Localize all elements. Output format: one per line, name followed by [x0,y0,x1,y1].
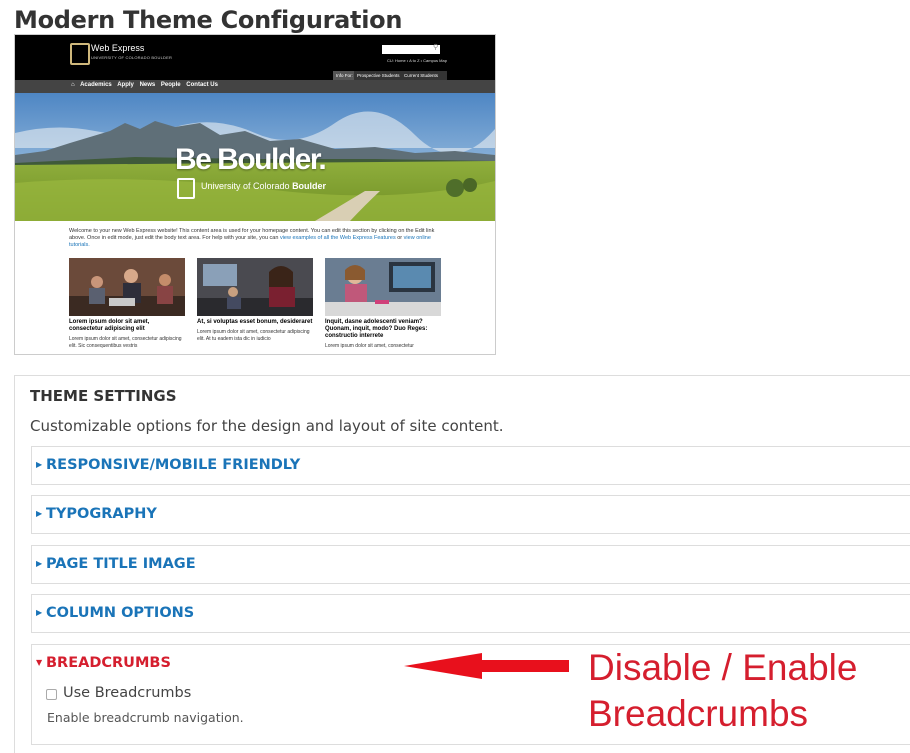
preview-card-title: Inquit, dasne adolescenti veniam? Quonam… [325,319,428,339]
fieldset-page-title-image: ▶ PAGE TITLE IMAGE [31,545,910,584]
fieldset-toggle-typography[interactable]: ▶ TYPOGRAPHY [36,506,157,522]
theme-preview-image: Web Express UNIVERSITY OF COLORADO BOULD… [14,34,496,355]
preview-nav-item: People [160,82,181,88]
preview-info-for-item: Current Students [401,71,447,80]
annotation-callout: Disable / Enable Breadcrumbs [588,645,908,737]
preview-hero-subtitle-bold: Boulder [292,181,327,191]
preview-card-title: At, si voluptas esset bonum, desideraret [197,319,313,325]
preview-intro-link: view examples of all the Web Express Fea… [279,235,396,241]
caret-right-icon: ▶ [36,608,43,617]
fieldset-toggle-column-options[interactable]: ▶ COLUMN OPTIONS [36,605,194,621]
fieldset-toggle-responsive[interactable]: ▶ RESPONSIVE/MOBILE FRIENDLY [36,457,300,473]
page-title: Modern Theme Configuration [14,6,403,34]
caret-right-icon: ▶ [36,559,43,568]
use-breadcrumbs-label[interactable]: Use Breadcrumbs [63,685,191,701]
caret-right-icon: ▶ [36,460,43,469]
preview-nav-item: News [139,82,156,88]
fieldset-column-options: ▶ COLUMN OPTIONS [31,594,910,633]
preview-hero-title: Be Boulder. [175,143,327,176]
preview-site-subtitle: UNIVERSITY OF COLORADO BOULDER [91,55,173,60]
theme-settings-title: THEME SETTINGS [30,387,177,405]
preview-card: Lorem ipsum dolor sit amet, consectetur … [69,258,185,350]
fieldset-toggle-page-title-image[interactable]: ▶ PAGE TITLE IMAGE [36,556,196,572]
preview-card-photo [69,258,185,316]
preview-hero-subtitle-regular: University of Colorado [201,181,290,191]
fieldset-toggle-breadcrumbs[interactable]: ▼ BREADCRUMBS [36,655,171,671]
cu-logo-icon [70,43,90,65]
preview-intro-or: or [397,235,403,241]
annotation-line-1: Disable / Enable [588,647,858,688]
preview-nav-bar: ⌂ Academics Apply News People Contact Us [15,80,495,93]
fieldset-responsive: ▶ RESPONSIVE/MOBILE FRIENDLY [31,446,910,485]
preview-info-for-bar: Info For: Prospective Students Current S… [15,71,495,80]
annotation-line-2: Breadcrumbs [588,693,809,734]
preview-top-links: CU: Home • A to Z • Campus Map [387,58,447,63]
preview-search-box [382,45,440,54]
fieldset-label: BREADCRUMBS [46,655,171,671]
preview-card-photo [325,258,441,316]
preview-hero-image: Be Boulder. University of Colorado Bould… [15,93,495,221]
preview-info-for-item: Prospective Students [354,71,406,80]
theme-settings-description: Customizable options for the design and … [30,417,504,435]
breadcrumbs-help-text: Enable breadcrumb navigation. [47,710,244,725]
fieldset-label: COLUMN OPTIONS [46,605,195,621]
preview-nav-item: Contact Us [186,82,218,88]
preview-card-body: Lorem ipsum dolor sit amet, consectetur … [197,329,310,342]
preview-hero-subtitle: University of Colorado Boulder [201,181,326,191]
caret-down-icon: ▼ [36,658,43,667]
preview-site-name: Web Express [91,43,145,53]
home-icon: ⌂ [71,82,75,88]
search-icon: ⚲ [433,43,439,51]
preview-nav-item: Apply [117,82,134,88]
preview-nav-item: Academics [80,82,112,88]
caret-right-icon: ▶ [36,509,43,518]
cu-logo-icon [177,178,195,199]
arrow-left-icon [404,653,569,679]
fieldset-typography: ▶ TYPOGRAPHY [31,495,910,534]
preview-card-body: Lorem ipsum dolor sit amet, consectetur … [69,336,182,349]
fieldset-label: PAGE TITLE IMAGE [46,556,196,572]
preview-intro-text: Welcome to your new Web Express website!… [69,228,441,249]
preview-card: Inquit, dasne adolescenti veniam? Quonam… [325,258,441,350]
preview-card-title: Lorem ipsum dolor sit amet, consectetur … [69,319,150,332]
preview-card-body: Lorem ipsum dolor sit amet, consectetur [325,343,414,349]
fieldset-label: RESPONSIVE/MOBILE FRIENDLY [46,457,301,473]
fieldset-label: TYPOGRAPHY [46,506,157,522]
preview-card: At, si voluptas esset bonum, desideraret… [197,258,313,343]
preview-header: Web Express UNIVERSITY OF COLORADO BOULD… [15,35,495,80]
preview-card-photo [197,258,313,316]
use-breadcrumbs-checkbox[interactable] [46,689,57,700]
